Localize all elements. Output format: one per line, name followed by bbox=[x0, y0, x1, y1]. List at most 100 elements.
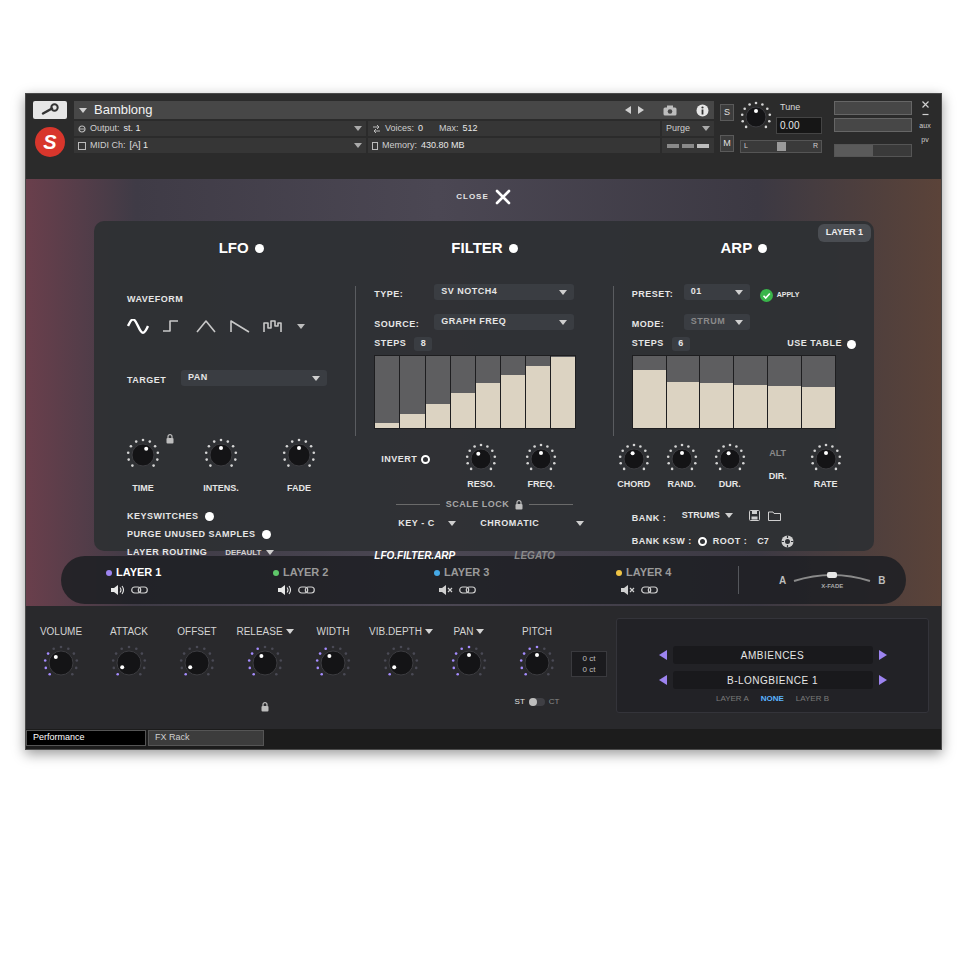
step-column[interactable] bbox=[400, 356, 424, 428]
pitch-mode-track[interactable] bbox=[529, 698, 545, 706]
midi-channel-selector[interactable]: MIDI Ch:[A] 1 bbox=[74, 138, 366, 153]
knob[interactable] bbox=[126, 438, 160, 472]
tune-value[interactable]: 0.00 bbox=[776, 117, 822, 134]
knob[interactable] bbox=[247, 645, 283, 681]
dropdown-arrow-icon[interactable] bbox=[735, 320, 743, 325]
target-option[interactable]: NONE bbox=[761, 693, 784, 705]
layer-tab[interactable]: LAYER 2 bbox=[273, 564, 434, 596]
crossfade-slider[interactable] bbox=[792, 569, 872, 585]
dropdown-value[interactable]: STRUM bbox=[691, 315, 726, 329]
category-selector-field[interactable]: AMBIENCES bbox=[673, 646, 873, 664]
waveform-selector[interactable] bbox=[127, 319, 355, 334]
dropdown-value[interactable]: SV NOTCH4 bbox=[441, 285, 497, 299]
step-column[interactable] bbox=[734, 356, 767, 428]
steps-value[interactable]: 6 bbox=[672, 337, 690, 351]
dropdown[interactable]: 01 bbox=[684, 284, 750, 300]
knob-control[interactable]: VOLUME bbox=[27, 606, 95, 729]
lock-icon[interactable] bbox=[166, 434, 174, 444]
dropdown-arrow-icon[interactable] bbox=[559, 290, 567, 295]
knob[interactable] bbox=[282, 438, 316, 472]
close-window-icon[interactable] bbox=[922, 101, 929, 108]
dropdown-arrow-icon[interactable] bbox=[354, 126, 362, 131]
step-column[interactable] bbox=[768, 356, 801, 428]
layer-label[interactable]: LAYER 3 bbox=[444, 564, 489, 581]
link-icon[interactable] bbox=[131, 585, 148, 595]
knob-control[interactable]: WIDTH bbox=[299, 606, 367, 729]
knob[interactable] bbox=[204, 438, 238, 472]
layer-routing-dropdown[interactable]: DEFAULT bbox=[225, 547, 274, 559]
target-option[interactable]: LAYER B bbox=[796, 693, 829, 705]
sine-wave-icon[interactable] bbox=[127, 319, 149, 334]
wrench-icon[interactable] bbox=[33, 101, 67, 119]
section-toggle[interactable] bbox=[758, 244, 767, 253]
next-arrow-icon[interactable] bbox=[879, 650, 887, 660]
layer-tab[interactable]: LAYER 1 bbox=[106, 564, 273, 596]
root-value[interactable]: C7 bbox=[757, 535, 769, 549]
folder-icon[interactable] bbox=[768, 511, 781, 521]
saw-wave-icon[interactable] bbox=[229, 319, 251, 334]
step-column[interactable] bbox=[501, 356, 525, 428]
close-icon[interactable] bbox=[495, 189, 511, 205]
layer-label[interactable]: LAYER 1 bbox=[116, 564, 161, 581]
knob[interactable] bbox=[666, 443, 698, 475]
camera-icon[interactable] bbox=[663, 105, 677, 116]
apply-label[interactable]: APPLY bbox=[777, 290, 800, 301]
step-graph[interactable] bbox=[632, 355, 836, 429]
solo-button[interactable]: S bbox=[720, 104, 734, 121]
square-wave-icon[interactable] bbox=[161, 319, 183, 334]
section-toggle[interactable] bbox=[509, 244, 518, 253]
aux-label[interactable]: aux bbox=[919, 121, 930, 132]
knob-control[interactable]: VIB.DEPTH bbox=[367, 606, 435, 729]
layer-tab[interactable]: LAYER 4 bbox=[616, 564, 738, 596]
speaker-icon[interactable] bbox=[110, 584, 125, 596]
purge-menu[interactable]: Purge bbox=[662, 121, 714, 136]
step-column[interactable] bbox=[667, 356, 700, 428]
previous-icon[interactable] bbox=[625, 106, 631, 114]
triangle-wave-icon[interactable] bbox=[195, 319, 217, 334]
toggle[interactable] bbox=[847, 340, 856, 349]
step-column[interactable] bbox=[375, 356, 399, 428]
knob[interactable] bbox=[810, 443, 842, 475]
knob-control[interactable]: RATE bbox=[803, 443, 849, 492]
link-icon[interactable] bbox=[641, 585, 658, 595]
dropdown-arrow-icon[interactable] bbox=[312, 376, 320, 381]
step-column[interactable] bbox=[451, 356, 475, 428]
layer-label[interactable]: LAYER 2 bbox=[283, 564, 328, 581]
speaker-muted-icon[interactable] bbox=[620, 584, 635, 596]
tab[interactable]: Performance bbox=[26, 730, 146, 746]
knob-control[interactable]: TIME bbox=[111, 438, 175, 496]
step-column[interactable] bbox=[526, 356, 550, 428]
dropdown-arrow-icon[interactable] bbox=[725, 513, 733, 518]
info-icon[interactable] bbox=[696, 104, 709, 117]
knob[interactable] bbox=[179, 645, 215, 681]
knob-control[interactable]: DUR. bbox=[707, 443, 753, 492]
dropdown[interactable]: SV NOTCH4 bbox=[434, 284, 574, 300]
scale-lock[interactable]: SCALE LOCK bbox=[374, 498, 594, 512]
knob-control[interactable]: ATTACK bbox=[95, 606, 163, 729]
pan-handle[interactable] bbox=[777, 142, 786, 151]
knob[interactable] bbox=[519, 645, 555, 681]
target-option[interactable]: LAYER A bbox=[716, 693, 749, 705]
knob[interactable] bbox=[618, 443, 650, 475]
dropdown-arrow-icon[interactable] bbox=[576, 521, 584, 526]
toggle[interactable] bbox=[205, 512, 214, 521]
link-icon[interactable] bbox=[459, 585, 476, 595]
knob[interactable] bbox=[714, 443, 746, 475]
dropdown-arrow-icon[interactable] bbox=[448, 521, 456, 526]
dropdown[interactable]: KEY - C bbox=[391, 516, 463, 532]
dropdown-arrow-icon[interactable] bbox=[266, 550, 274, 555]
dropdown[interactable]: STRUM bbox=[684, 314, 750, 330]
knob-control[interactable]: INTENS. bbox=[189, 438, 253, 496]
random-wave-icon[interactable] bbox=[263, 319, 285, 334]
use-table-toggle[interactable]: USE TABLE bbox=[787, 337, 856, 351]
close-label[interactable]: CLOSE bbox=[456, 191, 489, 203]
knob-control[interactable]: RESO. bbox=[456, 443, 506, 492]
speaker-muted-icon[interactable] bbox=[438, 584, 453, 596]
pan-slider[interactable]: LR bbox=[740, 140, 822, 153]
knob-control[interactable]: FREQ. bbox=[516, 443, 566, 492]
dropdown-arrow-icon[interactable] bbox=[735, 290, 743, 295]
output-selector[interactable]: Output:st. 1 bbox=[74, 121, 366, 136]
knob-control[interactable]: PAN bbox=[435, 606, 503, 729]
dropdown[interactable]: PAN bbox=[181, 370, 327, 386]
minimize-icon[interactable] bbox=[922, 111, 929, 118]
